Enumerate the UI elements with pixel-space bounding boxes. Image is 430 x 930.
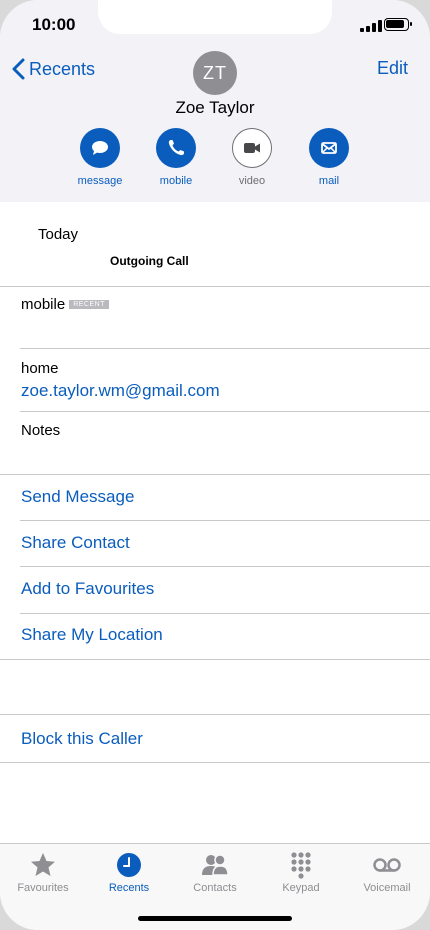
tab-label: Favourites [17, 882, 69, 894]
clock-icon [117, 853, 141, 877]
message-action-button[interactable]: message [70, 128, 130, 187]
divider [20, 613, 430, 614]
divider [0, 474, 430, 475]
message-bubble-icon [92, 141, 108, 155]
block-caller-link[interactable]: Block this Caller [21, 729, 143, 749]
action-label: video [238, 175, 266, 187]
recent-badge: RECENT [69, 300, 109, 309]
tab-label: Keypad [282, 882, 320, 894]
tab-voicemail[interactable]: Voicemail [344, 850, 430, 894]
avatar: ZT [193, 51, 237, 95]
mobile-call-button[interactable]: mobile [146, 128, 206, 187]
phone-screen: 10:00 Recents Edit ZT Zoe Taylor message… [0, 0, 430, 930]
status-time: 10:00 [32, 15, 76, 34]
keypad-icon [291, 852, 311, 879]
home-label: home [21, 360, 59, 377]
envelope-icon [321, 142, 337, 154]
notes-field[interactable]: Notes [21, 422, 60, 439]
divider [0, 659, 430, 660]
mobile-field[interactable]: mobile RECENT [21, 296, 109, 313]
video-call-button[interactable]: video [222, 128, 282, 187]
tab-label: Recents [108, 882, 150, 894]
edit-button[interactable]: Edit [377, 58, 408, 79]
tab-label: Contacts [193, 882, 237, 894]
mail-action-button[interactable]: mail [299, 128, 359, 187]
recent-call-type: Outgoing Call [110, 254, 189, 268]
tab-contacts[interactable]: Contacts [172, 850, 258, 894]
divider [20, 566, 430, 567]
chevron-left-icon [12, 58, 25, 80]
divider [0, 286, 430, 287]
notch [98, 0, 332, 34]
signal-icon [360, 20, 382, 32]
divider [0, 762, 430, 763]
share-contact-link[interactable]: Share Contact [21, 533, 130, 553]
tab-recents[interactable]: Recents [86, 850, 172, 894]
action-label: message [77, 175, 123, 187]
share-location-link[interactable]: Share My Location [21, 625, 163, 645]
action-label: mail [318, 175, 340, 187]
contacts-icon [202, 854, 229, 876]
home-indicator[interactable] [138, 916, 292, 921]
quick-actions: message mobile video mail [0, 128, 430, 188]
divider [0, 714, 430, 715]
divider [20, 348, 430, 349]
tab-keypad[interactable]: Keypad [258, 850, 344, 894]
contact-header: Recents Edit ZT Zoe Taylor message mobil… [0, 44, 430, 202]
voicemail-icon [373, 858, 401, 872]
tab-favourites[interactable]: Favourites [0, 850, 86, 894]
phone-icon [168, 140, 184, 156]
battery-icon [384, 18, 412, 31]
mobile-label: mobile [21, 296, 66, 313]
divider [20, 520, 430, 521]
star-icon [31, 853, 55, 876]
tab-label: Voicemail [363, 882, 411, 894]
back-button[interactable]: Recents [12, 58, 95, 80]
action-label: mobile [159, 175, 193, 187]
status-bar: 10:00 [0, 0, 430, 44]
contact-name: Zoe Taylor [175, 98, 255, 117]
divider [20, 411, 430, 412]
send-message-link[interactable]: Send Message [21, 487, 134, 507]
home-email-link[interactable]: zoe.taylor.wm@gmail.com [21, 381, 220, 401]
recent-day: Today [38, 226, 79, 243]
video-camera-icon [244, 143, 260, 153]
add-to-favourites-link[interactable]: Add to Favourites [21, 579, 154, 599]
back-label: Recents [29, 58, 96, 79]
